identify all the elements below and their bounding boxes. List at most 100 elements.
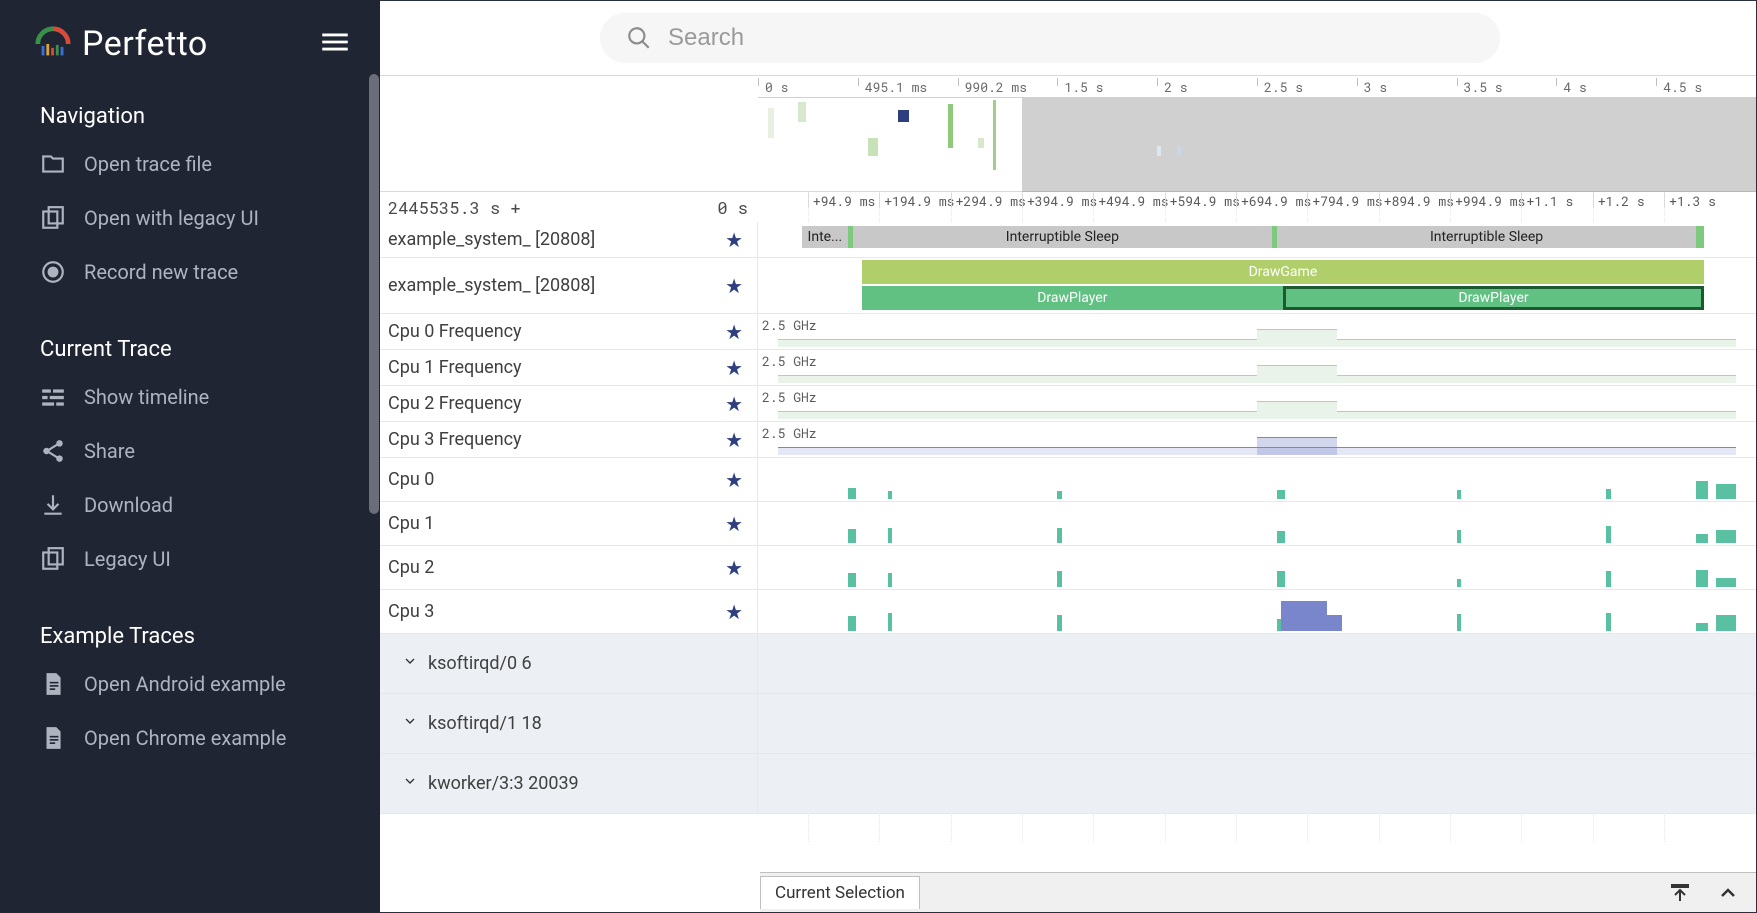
star-icon[interactable]: ★ [725,356,743,380]
freq-max-label: 2.5 GHz [762,316,817,334]
sidebar: Perfetto Navigation Open trace file Open… [0,0,380,913]
search-input[interactable] [668,24,1474,52]
details-panel: Current Selection [760,872,1756,912]
track-body[interactable]: Inte...Interruptible SleepInterruptible … [758,222,1756,257]
overview-body[interactable] [758,98,1756,192]
track-label: Cpu 3 [388,601,434,622]
nav-label: Open Android example [84,672,286,696]
viewport-selection[interactable] [1022,98,1756,192]
track-header[interactable]: Cpu 0★ [380,458,758,501]
star-icon[interactable]: ★ [725,556,743,580]
star-icon[interactable]: ★ [725,320,743,344]
track-label: Cpu 3 Frequency [388,429,522,450]
nav-label: Share [84,439,135,463]
tracks-panel[interactable]: example_system_ [20808]★Inte...Interrupt… [380,222,1756,912]
nav-android-example[interactable]: Open Android example [0,657,380,711]
track-row: Cpu 1 Frequency ★ 2.5 GHz [380,350,1756,386]
document-icon [40,671,66,697]
track-row: Cpu 0★ [380,458,1756,502]
track-header[interactable]: Cpu 3 ★ [380,590,758,633]
star-icon[interactable]: ★ [725,392,743,416]
track-header[interactable]: Cpu 1 Frequency ★ [380,350,758,385]
track-row: Cpu 3 Frequency ★ 2.5 GHz [380,422,1756,458]
track-label: ksoftirqd/0 6 [428,653,532,674]
star-icon[interactable]: ★ [725,428,743,452]
track-row: ksoftirqd/0 6 [380,634,1756,694]
slice[interactable] [1696,226,1704,248]
slice[interactable]: DrawPlayer [1283,286,1704,310]
track-header[interactable]: example_system_ [20808]★ [380,258,758,313]
star-icon[interactable]: ★ [725,512,743,536]
search-box[interactable] [600,13,1500,63]
track-body[interactable]: 2.5 GHz [758,422,1756,457]
download-icon [40,492,66,518]
copy-icon [40,205,66,231]
track-header[interactable]: kworker/3:3 20039 [380,754,758,813]
freq-max-label: 2.5 GHz [762,388,817,406]
track-body[interactable] [758,546,1756,589]
track-label: example_system_ [20808] [388,229,595,250]
track-body[interactable] [758,502,1756,545]
track-label: ksoftirqd/1 18 [428,713,542,734]
track-body[interactable]: 2.5 GHz [758,350,1756,385]
nav-label: Show timeline [84,385,209,409]
slice[interactable]: DrawGame [862,260,1704,284]
star-icon[interactable]: ★ [725,274,743,298]
track-body[interactable] [758,634,1756,693]
slice[interactable]: Inte... [802,226,848,248]
star-icon[interactable]: ★ [725,468,743,492]
menu-toggle-button[interactable] [318,25,352,63]
track-row: example_system_ [20808]★Inte...Interrupt… [380,222,1756,258]
slice[interactable]: Interruptible Sleep [1277,226,1696,248]
overview-timeline[interactable]: 0 s495.1 ms990.2 ms1.5 s2 s2.5 s3 s3.5 s… [380,76,1756,192]
track-body[interactable] [758,754,1756,813]
track-row: Cpu 2★ [380,546,1756,590]
nav-record-new-trace[interactable]: Record new trace [0,245,380,299]
track-header[interactable]: ksoftirqd/0 6 [380,634,758,693]
track-header[interactable]: example_system_ [20808] ★ [380,222,758,257]
track-header[interactable]: Cpu 0 Frequency★ [380,314,758,349]
track-body[interactable] [758,590,1756,633]
nav-open-trace-file[interactable]: Open trace file [0,137,380,191]
track-body[interactable]: DrawGameDrawPlayerDrawPlayer [758,258,1756,313]
app-logo[interactable]: Perfetto [34,24,208,64]
nav-legacy-ui-2[interactable]: Legacy UI [0,532,380,586]
sidebar-scrollbar[interactable] [368,74,380,574]
nav-label: Record new trace [84,260,238,284]
nav-chrome-example[interactable]: Open Chrome example [0,711,380,765]
axis-zero-label: 0 s [717,196,748,219]
nav-label: Open with legacy UI [84,206,259,230]
chevron-down-icon [402,773,418,789]
sched-slice[interactable] [1281,601,1327,631]
freq-max-label: 2.5 GHz [762,352,817,370]
section-title: Navigation [0,84,380,137]
nav-open-legacy-ui[interactable]: Open with legacy UI [0,191,380,245]
track-header[interactable]: Cpu 3 Frequency ★ [380,422,758,457]
nav-show-timeline[interactable]: Show timeline [0,370,380,424]
tab-current-selection[interactable]: Current Selection [760,876,920,909]
track-label: Cpu 2 Frequency [388,393,522,414]
document-icon [40,725,66,751]
slice[interactable]: DrawPlayer [862,286,1283,310]
star-icon[interactable]: ★ [725,600,743,624]
track-body[interactable] [758,458,1756,501]
track-body[interactable]: 2.5 GHz [758,386,1756,421]
axis-ticks: +94.9 ms+194.9 ms+294.9 ms+394.9 ms+494.… [758,192,1756,222]
track-body[interactable]: 2.5 GHz [758,314,1756,349]
nav-download[interactable]: Download [0,478,380,532]
panel-expand-icon[interactable] [1716,881,1740,905]
panel-to-top-icon[interactable] [1668,881,1692,905]
slice[interactable]: Interruptible Sleep [853,226,1272,248]
track-header[interactable]: Cpu 2 Frequency ★ [380,386,758,421]
nav-share[interactable]: Share [0,424,380,478]
nav-label: Download [84,493,173,517]
track-label: kworker/3:3 20039 [428,773,579,794]
track-header[interactable]: Cpu 2★ [380,546,758,589]
track-header[interactable]: ksoftirqd/1 18 [380,694,758,753]
track-header[interactable]: Cpu 1★ [380,502,758,545]
track-label: Cpu 1 Frequency [388,357,522,378]
star-icon[interactable]: ★ [725,228,743,252]
share-icon [40,438,66,464]
track-body[interactable] [758,694,1756,753]
chevron-down-icon [402,653,418,669]
